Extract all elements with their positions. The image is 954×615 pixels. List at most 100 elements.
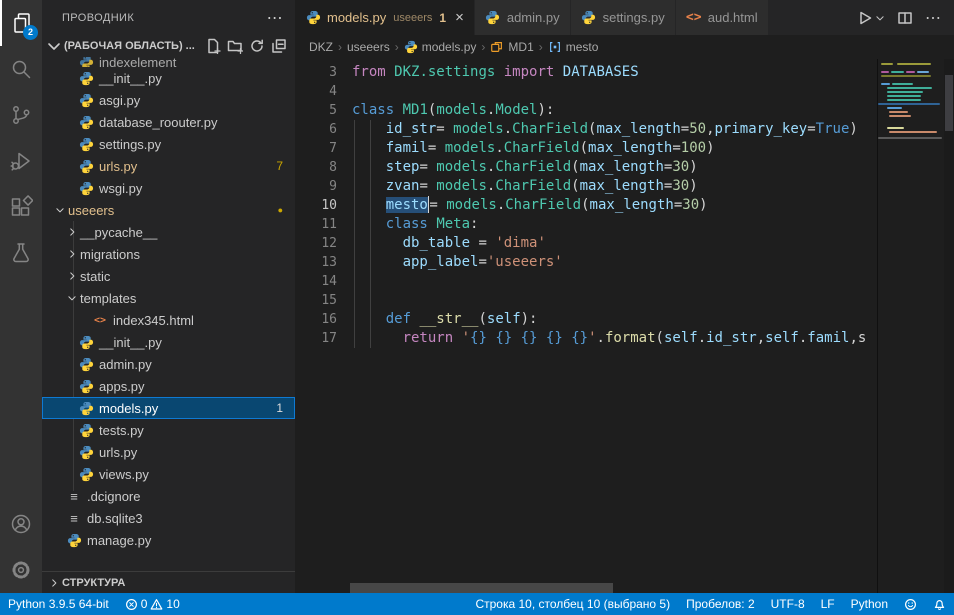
status-text: UTF-8 xyxy=(771,597,805,611)
tree-folder-static[interactable]: static xyxy=(42,265,295,287)
tree-folder-templates[interactable]: templates xyxy=(42,287,295,309)
split-icon xyxy=(897,10,913,26)
warning-icon xyxy=(150,598,163,611)
tree-file-database-roouter-py[interactable]: database_roouter.py xyxy=(42,111,295,133)
tree-file-manage-py[interactable]: manage.py xyxy=(42,529,295,551)
code-line-17: 17 return '{} {} {} {} {}'.format(self.i… xyxy=(295,329,877,348)
code-line-16: 16 def __str__(self): xyxy=(295,310,877,329)
sidebar-more-actions-icon[interactable]: ⋯ xyxy=(267,8,283,28)
line-number: 9 xyxy=(295,177,337,196)
refresh-explorer-button[interactable] xyxy=(249,38,265,54)
code-line-7: 7 famil= models.CharField(max_length=100… xyxy=(295,139,877,158)
status-notifications[interactable] xyxy=(925,593,954,615)
breadcrumb-item-md1[interactable]: MD1 xyxy=(490,40,533,54)
activity-item-source-control[interactable] xyxy=(0,92,42,138)
split-editor-button[interactable] xyxy=(897,10,913,26)
testing-icon xyxy=(9,241,33,265)
activity-item-explorer[interactable]: 2 xyxy=(0,0,42,46)
more-actions-button[interactable]: ⋯ xyxy=(925,8,942,28)
tree-file-views-py[interactable]: views.py xyxy=(42,463,295,485)
tree-file--dcignore[interactable]: ≡.dcignore xyxy=(42,485,295,507)
activity-item-run-debug[interactable] xyxy=(0,138,42,184)
tree-folder-useeers[interactable]: useeers● xyxy=(42,199,295,221)
tree-item-label: views.py xyxy=(99,467,149,482)
python-icon xyxy=(404,40,418,54)
tree-folder-migrations[interactable]: migrations xyxy=(42,243,295,265)
breadcrumb-label: MD1 xyxy=(508,40,533,54)
python-icon xyxy=(78,466,94,482)
tree-file-apps-py[interactable]: apps.py xyxy=(42,375,295,397)
new-folder-button[interactable] xyxy=(227,38,243,54)
tab-settings-py[interactable]: settings.py xyxy=(571,0,676,35)
collapse-folders-button[interactable] xyxy=(271,38,287,54)
line-number: 3 xyxy=(295,63,337,82)
status-encoding[interactable]: UTF-8 xyxy=(763,593,813,615)
outline-section-header[interactable]: СТРУКТУРА xyxy=(42,571,295,593)
python-icon xyxy=(66,532,82,548)
code-editor[interactable]: 3from DKZ.settings import DATABASES45cla… xyxy=(295,59,954,593)
status-text: Python 3.9.5 64-bit xyxy=(8,597,109,611)
activity-item-extensions[interactable] xyxy=(0,184,42,230)
tab-models-py[interactable]: models.pyuseeers1× xyxy=(295,0,475,35)
breadcrumb-item-dkz[interactable]: DKZ xyxy=(309,40,333,54)
close-icon[interactable]: × xyxy=(455,10,464,25)
tab-admin-py[interactable]: admin.py xyxy=(475,0,571,35)
tree-file-asgi-py[interactable]: asgi.py xyxy=(42,89,295,111)
tree-file-urls-py[interactable]: urls.py7 xyxy=(42,155,295,177)
status-cursor-position[interactable]: Строка 10, столбец 10 (выбрано 5) xyxy=(467,593,678,615)
tree-item-label: static xyxy=(80,269,110,284)
tree-file-db-sqlite3[interactable]: ≡db.sqlite3 xyxy=(42,507,295,529)
activity-item-settings[interactable] xyxy=(0,547,42,593)
tree-item-label: models.py xyxy=(99,401,158,416)
activity-item-search[interactable] xyxy=(0,46,42,92)
breadcrumb-separator: › xyxy=(539,40,543,54)
tree-item-label: __init__.py xyxy=(99,335,162,350)
status-feedback[interactable] xyxy=(896,593,925,615)
tree-file-urls-py[interactable]: urls.py xyxy=(42,441,295,463)
status-text: Пробелов: 2 xyxy=(686,597,755,611)
tree-file-index345-html[interactable]: <>index345.html xyxy=(42,309,295,331)
python-icon xyxy=(78,57,94,67)
status-problems[interactable]: 010 xyxy=(117,593,188,615)
tree-file-tests-py[interactable]: tests.py xyxy=(42,419,295,441)
tree-file-indexelement[interactable]: indexelement xyxy=(42,57,295,67)
activity-item-testing[interactable] xyxy=(0,230,42,276)
tree-file-admin-py[interactable]: admin.py xyxy=(42,353,295,375)
line-number: 14 xyxy=(295,272,337,291)
tab-label: settings.py xyxy=(603,10,665,25)
run-icon xyxy=(857,10,873,26)
tree-file--init-py[interactable]: __init__.py xyxy=(42,67,295,89)
breadcrumb-item-mesto[interactable]: mesto xyxy=(548,40,599,54)
tree-item-label: __init__.py xyxy=(99,71,162,86)
chevron-right-icon xyxy=(64,249,80,259)
code-line-8: 8 step= models.CharField(max_length=30) xyxy=(295,158,877,177)
chevron-down-icon xyxy=(875,10,885,26)
minimap[interactable] xyxy=(877,59,944,593)
settings-gear-icon xyxy=(9,558,33,582)
horizontal-scrollbar[interactable] xyxy=(295,583,877,593)
activity-item-account[interactable] xyxy=(0,501,42,547)
vertical-scrollbar[interactable] xyxy=(944,59,954,593)
status-eol[interactable]: LF xyxy=(813,593,843,615)
status-bar: Python 3.9.5 64-bit 010 Строка 10, столбе… xyxy=(0,593,954,615)
status-python-interpreter[interactable]: Python 3.9.5 64-bit xyxy=(0,593,117,615)
tree-file--init-py[interactable]: __init__.py xyxy=(42,331,295,353)
tree-file-models-py[interactable]: models.py1 xyxy=(42,397,295,419)
new-file-button[interactable] xyxy=(205,38,221,54)
line-number: 7 xyxy=(295,139,337,158)
run-button[interactable] xyxy=(857,10,885,26)
status-language-mode[interactable]: Python xyxy=(843,593,896,615)
tree-item-label: tests.py xyxy=(99,423,144,438)
tab-aud-html[interactable]: <>aud.html xyxy=(676,0,769,35)
tree-item-label: .dcignore xyxy=(87,489,140,504)
tree-file-wsgi-py[interactable]: wsgi.py xyxy=(42,177,295,199)
tree-folder--pycache-[interactable]: __pycache__ xyxy=(42,221,295,243)
workspace-section-header[interactable]: (РАБОЧАЯ ОБЛАСТЬ) ... xyxy=(42,35,295,57)
tab-label: models.py xyxy=(327,10,386,25)
breadcrumb-item-useeers[interactable]: useeers xyxy=(347,40,390,54)
breadcrumb-item-models-py[interactable]: models.py xyxy=(404,40,477,54)
tree-item-label: indexelement xyxy=(99,57,176,67)
tree-file-settings-py[interactable]: settings.py xyxy=(42,133,295,155)
python-icon xyxy=(78,334,94,350)
status-indentation[interactable]: Пробелов: 2 xyxy=(678,593,763,615)
